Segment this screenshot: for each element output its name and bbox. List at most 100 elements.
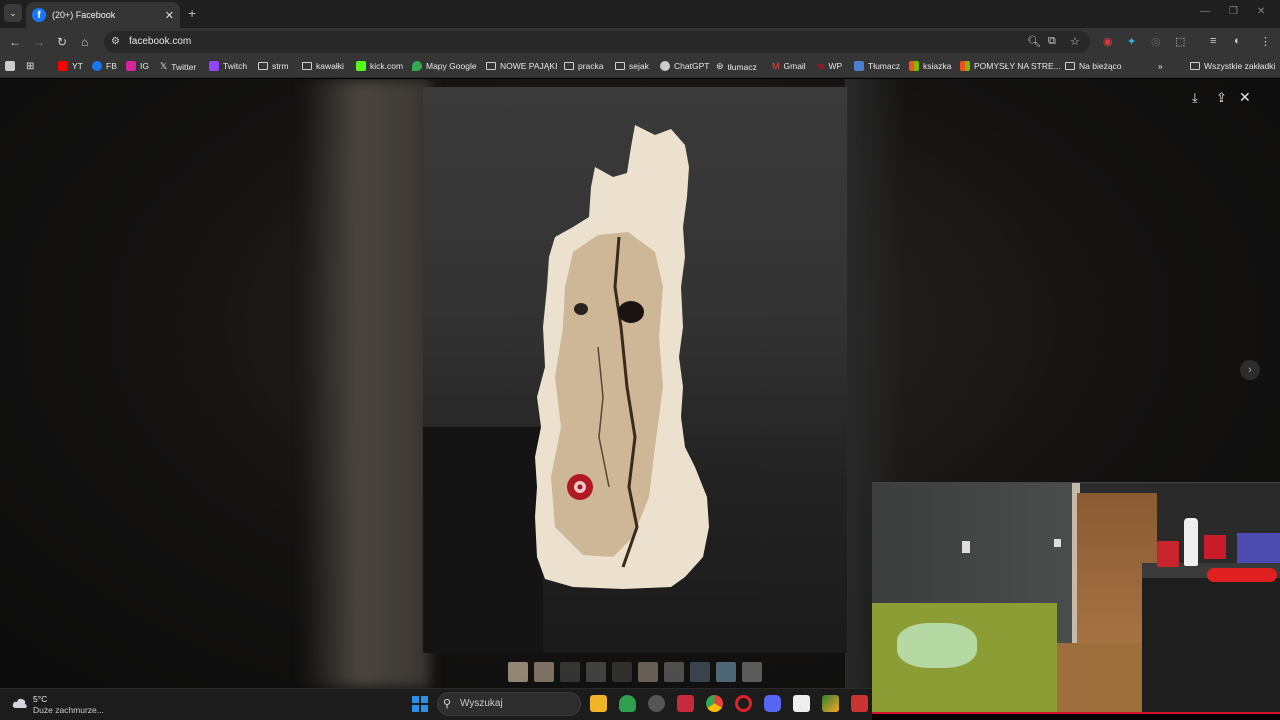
- zoom-icon[interactable]: 🔍︎: [1027, 35, 1041, 48]
- thumbnail[interactable]: [612, 662, 632, 682]
- next-photo-button[interactable]: ›: [1240, 360, 1260, 380]
- thumbnail[interactable]: [508, 662, 528, 682]
- url-text[interactable]: facebook.com: [129, 36, 191, 47]
- bookmark-twitter[interactable]: 𝕏 Twitter: [160, 61, 196, 72]
- wp-icon: w: [818, 61, 825, 71]
- folder-icon: [615, 62, 625, 70]
- bookmark-kick[interactable]: kick.com: [356, 61, 403, 71]
- extension-icon[interactable]: ✦: [1127, 35, 1136, 48]
- bookmark-yt[interactable]: YT: [58, 61, 83, 71]
- all-bookmarks-folder[interactable]: Wszystkie zakładki: [1190, 61, 1275, 71]
- tab-facebook[interactable]: f (20+) Facebook ✕: [26, 2, 180, 28]
- thumbnail[interactable]: [560, 662, 580, 682]
- thumbnail[interactable]: [534, 662, 554, 682]
- cloud-icon[interactable]: [12, 696, 28, 710]
- windows-start-icon[interactable]: [412, 696, 428, 712]
- discord-icon[interactable]: [764, 695, 781, 712]
- site-info-icon[interactable]: ⚙: [111, 36, 120, 47]
- extension-icon[interactable]: ◎: [1151, 35, 1161, 48]
- forward-icon[interactable]: →: [33, 35, 45, 49]
- bookmark-maps[interactable]: Mapy Google: [412, 61, 477, 71]
- chatgpt-icon: [660, 61, 670, 71]
- thumbnail[interactable]: [664, 662, 684, 682]
- home-icon[interactable]: ⌂: [81, 35, 88, 49]
- red-box: [1204, 535, 1226, 559]
- bookmark-pracka[interactable]: pracka: [564, 61, 604, 71]
- facebook-icon: f: [32, 8, 46, 22]
- thumbnail[interactable]: [742, 662, 762, 682]
- folder-icon: [564, 62, 574, 70]
- extensions-puzzle-icon[interactable]: ⬚: [1175, 35, 1185, 48]
- minimize-button[interactable]: —: [1200, 6, 1210, 17]
- star-icon[interactable]: ☆: [1070, 35, 1080, 48]
- bookmark-nowe-pajaki[interactable]: NOWE PAJĄKI: [486, 61, 557, 71]
- record-extension-icon[interactable]: ◉: [1103, 35, 1113, 48]
- bookmark-gmail[interactable]: M Gmail: [772, 61, 806, 71]
- more-bookmarks-icon[interactable]: »: [1158, 61, 1163, 71]
- media-control-icon[interactable]: ≡: [1210, 35, 1216, 47]
- maps-icon: [412, 61, 422, 71]
- thumbnail[interactable]: [716, 662, 736, 682]
- install-icon[interactable]: ⧉: [1048, 35, 1056, 48]
- bookmark-fb[interactable]: FB: [92, 61, 117, 71]
- sidebar-icon[interactable]: [5, 61, 15, 71]
- bottle: [1184, 518, 1198, 566]
- bookmark-kawalki[interactable]: kawałki: [302, 61, 344, 71]
- facebook-icon: [92, 61, 102, 71]
- bookmark-ig[interactable]: IG: [126, 61, 149, 71]
- translate-icon: [854, 61, 864, 71]
- bookmark-pomysly[interactable]: POMYSŁY NA STRE...: [960, 61, 1061, 71]
- close-viewer-icon[interactable]: ✕: [1239, 89, 1251, 106]
- instagram-icon: [126, 61, 136, 71]
- weather-temperature[interactable]: 5°C: [33, 694, 47, 704]
- folder-icon: [258, 62, 268, 70]
- bookmark-na-biezaco[interactable]: Na bieżąco: [1065, 61, 1122, 71]
- address-bar[interactable]: [104, 31, 1090, 53]
- security-shield-icon[interactable]: [619, 695, 636, 712]
- bookmark-tlumacz[interactable]: ⊛ tłumacz: [716, 61, 757, 72]
- translate-icon: ⊛: [716, 61, 724, 71]
- twitch-icon: [209, 61, 219, 71]
- download-icon[interactable]: ⤓: [1192, 90, 1198, 106]
- bookmark-chatgpt[interactable]: ChatGPT: [660, 61, 709, 71]
- apps-icon[interactable]: ⊞: [26, 61, 34, 72]
- profile-avatar-icon[interactable]: ◐: [1234, 35, 1241, 47]
- thumbnail-strip: [508, 662, 762, 684]
- taskbar-search[interactable]: [437, 692, 581, 716]
- file-explorer-icon[interactable]: [590, 695, 607, 712]
- bookmark-twitch[interactable]: Twitch: [209, 61, 247, 71]
- tab-search-button[interactable]: ⌄: [4, 4, 22, 22]
- maximize-button[interactable]: ❐: [1229, 6, 1238, 17]
- wall-fixture: [962, 541, 970, 553]
- gmail-icon: M: [772, 61, 780, 71]
- share-icon[interactable]: ⇪: [1216, 90, 1227, 106]
- x-icon: 𝕏: [160, 61, 168, 71]
- folder-icon: [1065, 62, 1075, 70]
- opera-icon[interactable]: [735, 695, 752, 712]
- bookmark-wp[interactable]: w WP: [818, 61, 842, 71]
- bookmark-ksiazka[interactable]: ksiazka: [909, 61, 951, 71]
- paint-icon[interactable]: [851, 695, 868, 712]
- close-tab-icon[interactable]: ✕: [165, 9, 174, 22]
- obs-icon[interactable]: [648, 695, 665, 712]
- reload-icon[interactable]: ↻: [57, 35, 67, 49]
- new-tab-button[interactable]: +: [188, 5, 196, 21]
- chrome-icon[interactable]: [706, 695, 723, 712]
- bookmark-tlumacz-2[interactable]: Tłumacz: [854, 61, 900, 71]
- microsoft-icon: [960, 61, 970, 71]
- search-icon: ⚲: [443, 698, 452, 710]
- close-window-button[interactable]: ✕: [1257, 6, 1265, 17]
- back-icon[interactable]: ←: [9, 35, 21, 49]
- thumbnail[interactable]: [690, 662, 710, 682]
- weather-description[interactable]: Duże zachmurze...: [33, 705, 104, 715]
- thumbnail[interactable]: [586, 662, 606, 682]
- thumbnail[interactable]: [638, 662, 658, 682]
- stream-progress-bar: [872, 712, 1280, 714]
- menu-icon[interactable]: ⋮: [1260, 35, 1271, 48]
- bookmark-sejak[interactable]: sejak: [615, 61, 649, 71]
- app-icon[interactable]: [677, 695, 694, 712]
- microsoft-icon: [909, 61, 919, 71]
- bookmark-strm[interactable]: strm: [258, 61, 289, 71]
- app-icon[interactable]: [822, 695, 839, 712]
- notion-icon[interactable]: [793, 695, 810, 712]
